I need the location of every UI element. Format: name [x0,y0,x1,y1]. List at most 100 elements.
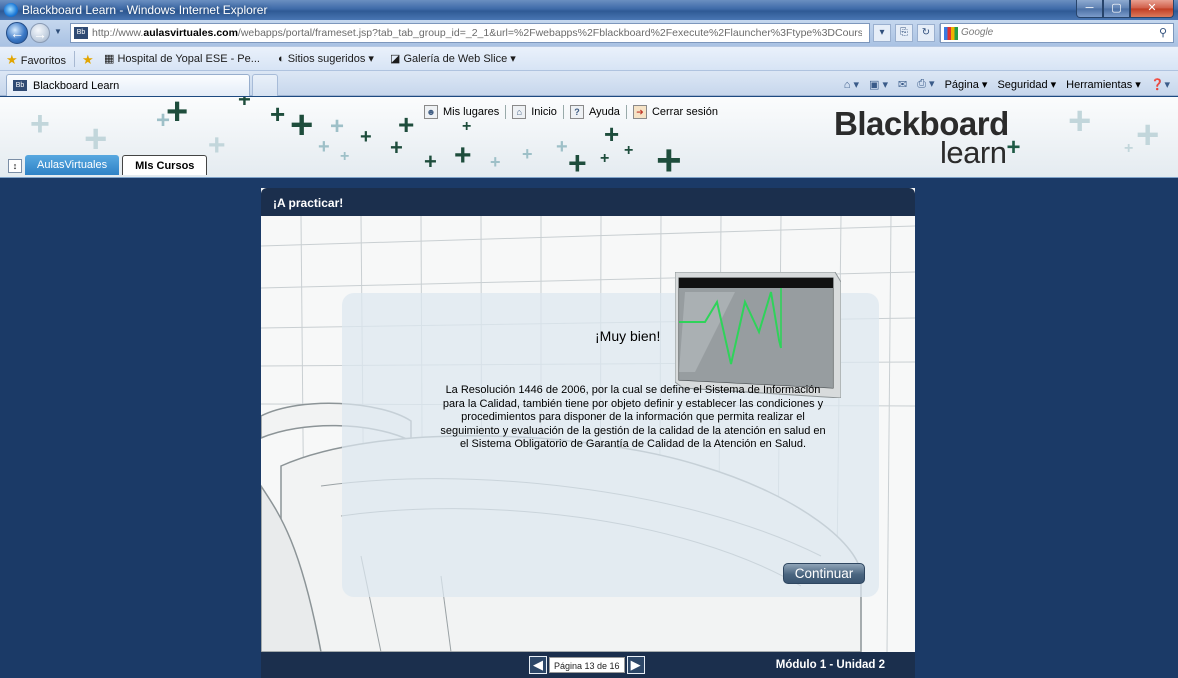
dropdown-icon[interactable]: ▾ [873,24,891,42]
compatibility-icon[interactable]: ⎘ [895,24,913,42]
browser-tab-active[interactable]: Bb Blackboard Learn [6,74,250,96]
browser-tab-bar: Bb Blackboard Learn ⌂ ▾ ▣ ▾ ✉ ⎙ ▾ Página… [0,70,1178,96]
decor-plus-icon: + [490,152,501,172]
new-tab-button[interactable] [252,74,278,96]
top-links: ☻ Mis lugares ⌂ Inicio ? Ayuda ➜ Cerrar sesi… [424,105,718,119]
safety-menu[interactable]: Seguridad ▾ [997,78,1056,91]
page-menu[interactable]: Página ▾ [945,78,988,91]
decor-plus-icon: + [390,135,403,160]
google-icon [944,27,958,40]
maximize-button[interactable]: ▢ [1103,0,1130,18]
module-label: Módulo 1 - Unidad 2 [775,659,885,671]
divider [562,105,564,119]
favorite-link-webslice[interactable]: ◪ Galería de Web Slice ▾ [390,52,516,65]
decor-plus-icon: + [84,117,108,161]
mis-lugares-link[interactable]: ☻ Mis lugares [424,105,499,119]
help-icon[interactable]: ❓▾ [1151,78,1170,91]
content-frame: ¡A practicar! ¡Muy bien! La Resolución 1… [0,177,1178,678]
people-icon: ☻ [424,105,438,119]
decor-plus-icon: + [208,129,226,162]
decor-plus-icon: + [454,139,472,172]
lesson-player: ¡A practicar! ¡Muy bien! La Resolución 1… [261,188,915,678]
decor-plus-icon: + [424,149,437,174]
refresh-icon[interactable]: ↻ [917,24,935,42]
decor-plus-icon: + [568,145,587,177]
divider [505,105,507,119]
scene-illustration: ¡Muy bien! La Resolución 1446 de 2006, p… [261,216,915,652]
prev-page-button[interactable]: ◀ [529,656,547,674]
continue-button[interactable]: Continuar [783,563,865,584]
decor-plus-icon: + [556,136,568,158]
favorite-link-sitios[interactable]: ◐ Sitios sugeridos ▾ [278,52,374,65]
tab-favicon-icon: Bb [13,80,27,91]
tools-menu[interactable]: Herramientas ▾ [1066,78,1141,91]
decor-plus-icon: + [1068,99,1092,143]
add-favorite-icon[interactable]: ★ [82,52,94,68]
site-favicon-icon: Bb [74,27,88,39]
pagination: ◀ Página 13 de 16 ▶ [529,656,645,674]
history-dropdown-icon[interactable]: ▼ [54,27,64,37]
decor-plus-icon: + [360,126,372,148]
address-toolbar: ← → ▼ Bb http://www.aulasvirtuales.com/w… [0,20,1178,46]
cerrar-sesion-link[interactable]: ➜ Cerrar sesión [632,105,718,119]
favorites-bar: ★ Favoritos ★ ▦ Hospital de Yopal ESE - … [0,46,1178,70]
back-button[interactable]: ← [6,22,28,44]
favorite-link-hospital[interactable]: ▦ Hospital de Yopal ESE - Pe... [104,52,260,65]
player-footer: ◀ Página 13 de 16 ▶ Módulo 1 - Unidad 2 [261,652,915,678]
decor-plus-icon: + [166,97,189,133]
feedback-body: La Resolución 1446 de 2006, por la cual … [440,384,826,450]
divider [625,105,627,119]
window-title: Blackboard Learn - Windows Internet Expl… [22,3,268,17]
logout-icon: ➜ [632,105,647,119]
address-bar[interactable]: Bb http://www.aulasvirtuales.com/webapps… [70,23,870,43]
decor-plus-icon: + [30,105,50,143]
window-title-bar: Blackboard Learn - Windows Internet Expl… [0,0,1178,20]
ie-logo-icon [4,3,18,17]
inicio-link[interactable]: ⌂ Inicio [512,105,557,119]
decor-plus-icon: + [340,148,350,165]
collapse-toggle-icon[interactable]: ↕ [8,159,22,173]
decor-plus-icon: + [318,136,330,158]
heart-monitor-icon [675,272,841,398]
decor-plus-icon: + [522,144,533,164]
decor-plus-icon: + [1124,140,1134,157]
help-icon: ? [569,105,584,119]
decor-plus-icon: + [1136,113,1160,157]
search-icon[interactable]: ⚲ [1159,26,1167,39]
feeds-icon[interactable]: ▣ ▾ [869,78,888,91]
feedback-title: ¡Muy bien! [595,328,661,344]
window-controls: ─ ▢ ✕ [1076,0,1174,18]
divider [74,51,75,67]
decor-plus-icon: + [462,118,472,135]
print-icon[interactable]: ⎙ ▾ [917,77,934,91]
minimize-button[interactable]: ─ [1076,0,1103,18]
command-bar: ⌂ ▾ ▣ ▾ ✉ ⎙ ▾ Página ▾ Seguridad ▾ Herra… [844,77,1170,91]
page-indicator: Página 13 de 16 [549,657,625,673]
search-engine-label: Google [961,27,994,38]
logo-plus-icon: + [1006,134,1020,161]
decor-plus-icon: + [624,142,634,159]
close-window-button[interactable]: ✕ [1130,0,1174,18]
decor-plus-icon: + [656,136,682,178]
tab-label: Blackboard Learn [33,80,120,92]
mail-icon[interactable]: ✉ [898,78,907,91]
ayuda-link[interactable]: ? Ayuda [569,105,620,119]
decor-plus-icon: + [238,97,251,112]
favorites-button[interactable]: ★ Favoritos [6,52,66,68]
search-box[interactable]: Google ⚲ [940,23,1174,43]
address-url[interactable]: http://www.aulasvirtuales.com/webapps/po… [92,27,862,39]
decor-plus-icon: + [604,119,620,149]
decor-plus-icon: + [600,150,610,167]
home-icon: ⌂ [512,105,527,119]
learn-logo: learn+ [940,134,1020,170]
forward-button[interactable]: → [30,23,50,43]
tab-aulasvirtuales[interactable]: AulasVirtuales [25,155,120,175]
course-tabs: ↕ AulasVirtuales MIs Cursos [8,155,210,175]
tab-mis-cursos[interactable]: MIs Cursos [122,155,208,175]
decor-plus-icon: + [330,113,345,140]
next-page-button[interactable]: ▶ [626,656,645,674]
decor-plus-icon: + [290,103,314,147]
decor-plus-icon: + [270,99,286,129]
home-icon[interactable]: ⌂ ▾ [844,78,859,91]
star-icon: ★ [6,52,18,67]
